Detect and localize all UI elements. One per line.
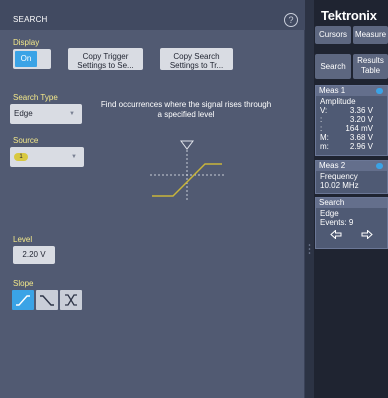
meas2-title: Meas 2 xyxy=(319,161,346,170)
meas1-row-value: 3.36 V xyxy=(349,106,373,115)
source-channel-badge: 1 xyxy=(14,153,28,161)
search-panel: SEARCH ? Display On Copy Trigger Setting… xyxy=(0,0,305,398)
source-dropdown[interactable]: 1 ▼ xyxy=(10,147,84,167)
search-header: SEARCH ? xyxy=(0,0,305,30)
panel-splitter[interactable] xyxy=(305,0,314,398)
search-nav xyxy=(320,230,383,239)
search-badge-title: Search xyxy=(319,198,345,207)
search-type-dropdown[interactable]: Edge ▼ xyxy=(10,104,82,124)
search-badge-type: Edge xyxy=(320,209,339,218)
meas1-body: Amplitude V: 3.36 V : 3.20 V : 164 mV M: 3.6… xyxy=(316,96,387,152)
meas1-row-key: : xyxy=(320,115,323,124)
help-button[interactable]: ? xyxy=(284,13,298,27)
meas1-row: V: 3.36 V xyxy=(320,106,383,115)
meas1-row-key: m: xyxy=(320,142,329,151)
meas1-channel-dot xyxy=(376,88,383,94)
search-badge-body: Edge Events: 9 xyxy=(316,208,387,240)
level-label: Level xyxy=(13,235,33,244)
search-button[interactable]: Search xyxy=(315,54,351,79)
meas1-row-value: 3.68 V xyxy=(349,133,373,142)
meas1-row: m: 2.96 V xyxy=(320,142,383,151)
search-description: Find occurrences where the signal rises … xyxy=(100,100,272,119)
display-toggle-on: On xyxy=(15,51,37,67)
meas2-channel-dot xyxy=(376,163,383,169)
meas1-row-value: 3.20 V xyxy=(349,115,373,124)
search-badge[interactable]: Search Edge Events: 9 xyxy=(315,197,388,249)
search-badge-header: Search xyxy=(316,198,387,208)
copy-search-settings-button[interactable]: Copy Search Settings to Tr... xyxy=(160,48,233,70)
meas1-row-key: V: xyxy=(320,106,328,115)
measure-button[interactable]: Measure xyxy=(353,26,388,44)
copy-trigger-settings-button[interactable]: Copy Trigger Settings to Se... xyxy=(68,48,143,70)
meas1-title: Meas 1 xyxy=(319,86,346,95)
slope-falling-button[interactable] xyxy=(36,290,58,310)
slope-selector xyxy=(12,290,82,310)
level-input[interactable]: 2.20 V xyxy=(13,246,55,264)
source-label: Source xyxy=(13,136,39,145)
meas1-row-key: : xyxy=(320,124,323,133)
meas1-row: M: 3.68 V xyxy=(320,133,383,142)
search-type-label: Search Type xyxy=(13,93,58,102)
dropdown-arrow-icon: ▼ xyxy=(71,154,77,160)
meas1-row-value: 2.96 V xyxy=(349,142,373,151)
meas2-body: Frequency 10.02 MHz xyxy=(316,171,387,191)
meas2-badge[interactable]: Meas 2 Frequency 10.02 MHz xyxy=(315,160,388,194)
search-title: SEARCH xyxy=(13,15,48,24)
display-toggle[interactable]: On xyxy=(13,49,51,69)
search-type-value: Edge xyxy=(14,109,33,118)
falling-edge-icon xyxy=(40,295,54,306)
meas1-row: : 164 mV xyxy=(320,124,383,133)
slope-rising-button[interactable] xyxy=(12,290,34,310)
meas1-badge[interactable]: Meas 1 Amplitude V: 3.36 V : 3.20 V : 164 m… xyxy=(315,85,388,156)
splitter-grip-icon xyxy=(308,244,311,254)
results-table-button[interactable]: Results Table xyxy=(353,54,388,79)
either-edge-icon xyxy=(65,294,77,306)
slope-label: Slope xyxy=(13,279,34,288)
meas1-row-value: 164 mV xyxy=(345,124,373,133)
meas1-row-key: M: xyxy=(320,133,329,142)
previous-event-icon[interactable] xyxy=(329,230,342,239)
search-badge-events: Events: 9 xyxy=(320,218,354,227)
brand-logo: Tektronix xyxy=(321,8,377,23)
next-event-icon[interactable] xyxy=(361,230,374,239)
meas2-header: Meas 2 xyxy=(316,161,387,171)
meas2-name: Frequency xyxy=(320,172,358,181)
dropdown-arrow-icon: ▼ xyxy=(69,111,75,117)
display-label: Display xyxy=(13,38,40,47)
meas1-name: Amplitude xyxy=(320,97,356,106)
meas2-value: 10.02 MHz xyxy=(320,181,359,190)
slope-either-button[interactable] xyxy=(60,290,82,310)
trigger-level-marker-icon xyxy=(180,140,194,150)
edge-diagram xyxy=(150,140,225,200)
meas1-row: : 3.20 V xyxy=(320,115,383,124)
cursors-button[interactable]: Cursors xyxy=(315,26,351,44)
rising-edge-icon xyxy=(16,295,30,306)
meas1-header: Meas 1 xyxy=(316,86,387,96)
